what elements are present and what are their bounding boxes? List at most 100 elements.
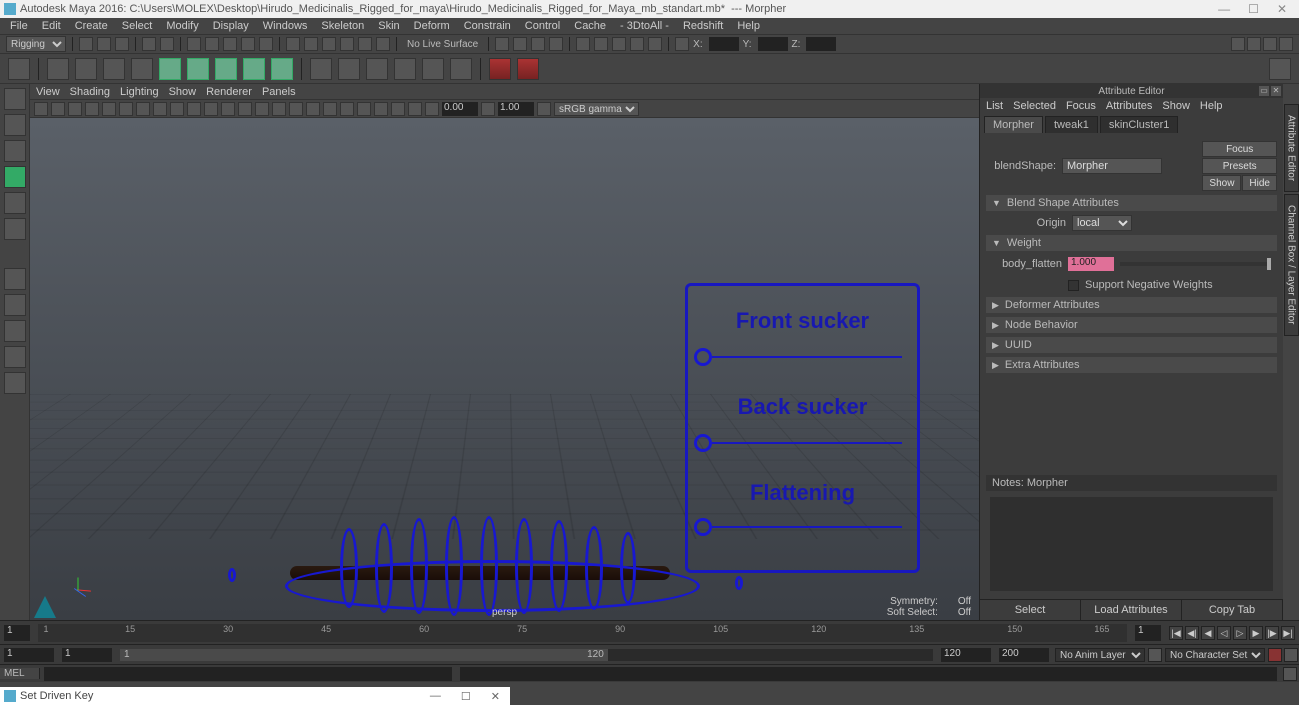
save-scene-icon[interactable] (115, 37, 129, 51)
snap-plane-icon[interactable] (340, 37, 354, 51)
ae-menu-help[interactable]: Help (1200, 100, 1223, 112)
command-input[interactable] (44, 667, 452, 681)
rig-ring-9[interactable] (620, 532, 636, 604)
section-uuid[interactable]: ▶UUID (986, 337, 1277, 353)
character-set-select[interactable]: No Character Set (1165, 648, 1265, 662)
select-tool-icon[interactable] (4, 88, 26, 110)
lattice-icon[interactable] (159, 58, 181, 80)
layout-4-icon[interactable] (630, 37, 644, 51)
weight-slider[interactable] (1120, 262, 1271, 266)
menu-redshift[interactable]: Redshift (677, 20, 729, 32)
ipr-icon[interactable] (531, 37, 545, 51)
rig-ring-8[interactable] (585, 526, 603, 610)
menu-edit[interactable]: Edit (36, 20, 67, 32)
vmenu-show[interactable]: Show (169, 86, 197, 98)
last-tool-icon[interactable] (4, 268, 26, 290)
snap-curve-icon[interactable] (304, 37, 318, 51)
toggle-panel-4-icon[interactable] (1279, 37, 1293, 51)
quick-rig-icon[interactable] (489, 58, 511, 80)
snap-point-icon[interactable] (322, 37, 336, 51)
layout-5-icon[interactable] (648, 37, 662, 51)
play-fwd-icon[interactable]: ▷ (1233, 626, 1247, 640)
menu-create[interactable]: Create (69, 20, 114, 32)
2d-pan-icon[interactable] (85, 102, 99, 116)
blend-icon[interactable] (271, 58, 293, 80)
rotate-tool-icon[interactable] (4, 192, 26, 214)
hide-button[interactable]: Hide (1242, 175, 1277, 191)
xray-joints-icon[interactable] (340, 102, 354, 116)
layout-3-icon[interactable] (612, 37, 626, 51)
grid-toggle-icon[interactable] (102, 102, 116, 116)
color-space-select[interactable]: sRGB gamma (554, 102, 639, 116)
snap-live-icon[interactable] (358, 37, 372, 51)
textured-icon[interactable] (255, 102, 269, 116)
menu-3dtoall[interactable]: - 3DtoAll - (614, 20, 675, 32)
blendshape-field[interactable] (1062, 158, 1162, 174)
sel-mode-icon[interactable] (187, 37, 201, 51)
copy-weights-icon[interactable] (450, 58, 472, 80)
hud-slider-handle-1[interactable] (694, 348, 712, 366)
x-field[interactable] (709, 37, 739, 51)
paint-weights-icon[interactable] (394, 58, 416, 80)
viewport[interactable]: Front sucker Back sucker Flattening pers… (30, 118, 979, 620)
close-panel-icon[interactable]: ✕ (1271, 86, 1281, 96)
resolution-gate-icon[interactable] (136, 102, 150, 116)
layout-tool-icon[interactable] (4, 294, 26, 316)
layout-2-icon[interactable] (594, 37, 608, 51)
menu-constrain[interactable]: Constrain (458, 20, 517, 32)
ae-menu-selected[interactable]: Selected (1013, 100, 1056, 112)
menu-display[interactable]: Display (207, 20, 255, 32)
go-end-icon[interactable]: ▶| (1281, 626, 1295, 640)
hud-slider-track-3[interactable] (712, 526, 902, 528)
snap-view-icon[interactable] (376, 37, 390, 51)
scale-tool-icon[interactable] (4, 218, 26, 240)
range-end-inner[interactable]: 120 (941, 648, 991, 662)
ik-spline-icon[interactable] (131, 58, 153, 80)
menu-skin[interactable]: Skin (372, 20, 405, 32)
menu-help[interactable]: Help (731, 20, 766, 32)
toggle-panel-3-icon[interactable] (1263, 37, 1277, 51)
workspace-selector[interactable]: Rigging (6, 36, 66, 52)
render-settings-icon[interactable] (549, 37, 563, 51)
cluster-icon[interactable] (187, 58, 209, 80)
new-scene-icon[interactable] (79, 37, 93, 51)
bookmark-icon[interactable] (51, 102, 65, 116)
z-field[interactable] (806, 37, 836, 51)
redo-icon[interactable] (160, 37, 174, 51)
rig-ring-1[interactable] (340, 528, 358, 608)
wireframe-icon[interactable] (221, 102, 235, 116)
vmenu-panels[interactable]: Panels (262, 86, 296, 98)
range-track[interactable]: 1 120 (120, 649, 933, 661)
rig-ring-4[interactable] (445, 516, 463, 616)
snap-grid-icon[interactable] (286, 37, 300, 51)
human-ik-icon[interactable] (517, 58, 539, 80)
lasso-tool-icon[interactable] (4, 114, 26, 136)
move-tool-icon[interactable] (4, 166, 26, 188)
anim-layer-icon[interactable] (1148, 648, 1162, 662)
side-tab-channel-box[interactable]: Channel Box / Layer Editor (1284, 194, 1299, 336)
motion-blur-icon[interactable] (374, 102, 388, 116)
shaded-icon[interactable] (238, 102, 252, 116)
y-field[interactable] (758, 37, 788, 51)
hud-slider-handle-2[interactable] (694, 434, 712, 452)
image-plane-icon[interactable] (68, 102, 82, 116)
lattice2-icon[interactable] (215, 58, 237, 80)
gamma-field[interactable]: 1.00 (498, 102, 534, 116)
weight-value[interactable]: 1.000 (1068, 257, 1114, 271)
vmenu-view[interactable]: View (36, 86, 60, 98)
layout-1-icon[interactable] (576, 37, 590, 51)
subwin-close[interactable]: ✕ (491, 690, 500, 703)
select-button[interactable]: Select (980, 600, 1081, 620)
hud-slider-track-1[interactable] (712, 356, 902, 358)
ae-menu-attributes[interactable]: Attributes (1106, 100, 1152, 112)
set-driven-key-window[interactable]: Set Driven Key — ☐ ✕ (0, 687, 510, 705)
wrap-icon[interactable] (243, 58, 265, 80)
toggle-panel-2-icon[interactable] (1247, 37, 1261, 51)
section-blend-shape-attributes[interactable]: ▼Blend Shape Attributes (986, 195, 1277, 211)
layout-tool-3-icon[interactable] (4, 346, 26, 368)
play-back-icon[interactable]: ◁ (1217, 626, 1231, 640)
xray-icon[interactable] (323, 102, 337, 116)
range-end-outer[interactable]: 200 (999, 648, 1049, 662)
gate-mask-icon[interactable] (153, 102, 167, 116)
notes-field[interactable] (990, 497, 1273, 591)
